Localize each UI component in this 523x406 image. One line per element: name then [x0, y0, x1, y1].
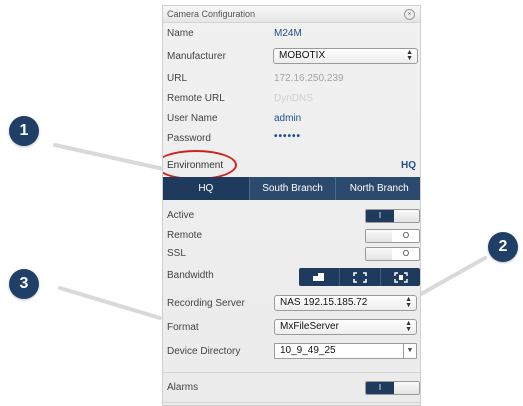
bandwidth-medium-icon[interactable] — [339, 268, 380, 286]
toggle-knob — [394, 382, 419, 394]
remote-label: Remote — [167, 230, 203, 241]
bandwidth-label: Bandwidth — [167, 270, 214, 281]
callout-badge-3: 3 — [9, 269, 39, 299]
remote-url-value[interactable]: DynDNS — [274, 93, 313, 104]
user-name-row: User Name admin — [163, 109, 420, 129]
password-value[interactable]: •••••• — [274, 131, 301, 142]
toggle-on-indicator: I — [366, 382, 394, 394]
ssl-row: SSL O — [163, 244, 420, 264]
device-directory-label: Device Directory — [167, 346, 241, 357]
recording-server-value: NAS 192.15.185.72 — [280, 297, 368, 308]
url-row: URL 172.16.250.239 — [163, 69, 420, 89]
select-arrows-icon: ▲ ▼ — [405, 320, 412, 333]
toggle-off-indicator: O — [402, 231, 410, 240]
device-directory-combo[interactable]: 10_9_49_25 ▼ — [274, 343, 417, 359]
panel-titlebar: Camera Configuration × — [163, 6, 420, 23]
password-row: Password •••••• — [163, 129, 420, 149]
url-label: URL — [167, 73, 188, 84]
active-label: Active — [167, 210, 195, 221]
alarms-row: Alarms I — [163, 378, 420, 398]
device-directory-row: Device Directory 10_9_49_25 ▼ — [163, 340, 420, 364]
remote-url-label: Remote URL — [167, 93, 225, 104]
toggle-knob — [366, 248, 392, 260]
manufacturer-row: Manufacturer MOBOTIX ▲ ▼ — [163, 44, 420, 64]
bandwidth-selector — [299, 268, 420, 286]
active-toggle[interactable]: I — [365, 209, 420, 223]
tab-north-branch[interactable]: North Branch — [335, 177, 420, 200]
highlight-ellipse — [163, 150, 237, 180]
format-value: MxFileServer — [280, 321, 339, 332]
callout-badge-2: 2 — [488, 232, 518, 262]
bandwidth-high-icon[interactable] — [380, 268, 420, 286]
tab-hq[interactable]: HQ — [163, 177, 249, 200]
panel-title: Camera Configuration — [167, 9, 256, 19]
password-label: Password — [167, 133, 211, 144]
active-row: Active I — [163, 206, 420, 226]
environment-current: HQ — [401, 160, 416, 171]
format-label: Format — [167, 322, 199, 333]
toggle-knob — [394, 210, 419, 222]
manufacturer-select[interactable]: MOBOTIX ▲ ▼ — [273, 48, 418, 64]
device-directory-value: 10_9_49_25 — [280, 345, 336, 356]
remote-url-row: Remote URL DynDNS — [163, 89, 420, 109]
section-divider — [163, 372, 420, 373]
ssl-label: SSL — [167, 248, 186, 259]
select-arrows-icon: ▲ ▼ — [406, 49, 413, 62]
select-arrows-icon: ▲ ▼ — [405, 296, 412, 309]
url-value[interactable]: 172.16.250.239 — [274, 73, 344, 84]
section-divider — [163, 402, 420, 403]
toggle-knob — [366, 230, 392, 242]
recording-server-row: Recording Server NAS 192.15.185.72 ▲ ▼ — [163, 292, 420, 312]
user-name-value[interactable]: admin — [274, 113, 301, 124]
recording-server-label: Recording Server — [167, 298, 245, 309]
bandwidth-low-icon[interactable] — [299, 268, 339, 286]
format-row: Format MxFileServer ▲ ▼ — [163, 316, 420, 336]
ssl-toggle[interactable]: O — [365, 247, 420, 261]
alarms-toggle[interactable]: I — [365, 381, 420, 395]
manufacturer-value: MOBOTIX — [279, 50, 326, 61]
manufacturer-label: Manufacturer — [167, 51, 226, 62]
name-value[interactable]: M24M — [274, 28, 302, 39]
recording-server-select[interactable]: NAS 192.15.185.72 ▲ ▼ — [274, 295, 417, 311]
close-icon[interactable]: × — [404, 9, 415, 20]
environment-tabs: HQ South Branch North Branch — [163, 177, 420, 200]
format-select[interactable]: MxFileServer ▲ ▼ — [274, 319, 417, 335]
callout-badge-1: 1 — [9, 116, 39, 146]
camera-configuration-panel: Camera Configuration × Name M24M Manufac… — [162, 5, 421, 406]
bandwidth-row: Bandwidth — [163, 264, 420, 288]
remote-row: Remote O — [163, 226, 420, 246]
user-name-label: User Name — [167, 113, 218, 124]
environment-row: Environment HQ — [163, 150, 420, 180]
toggle-off-indicator: O — [402, 249, 410, 258]
name-label: Name — [167, 28, 194, 39]
alarms-label: Alarms — [167, 382, 199, 393]
remote-toggle[interactable]: O — [365, 229, 420, 243]
toggle-on-indicator: I — [366, 210, 394, 222]
chevron-down-icon[interactable]: ▼ — [403, 344, 416, 358]
tab-south-branch[interactable]: South Branch — [248, 177, 336, 200]
name-row: Name M24M — [163, 24, 420, 44]
